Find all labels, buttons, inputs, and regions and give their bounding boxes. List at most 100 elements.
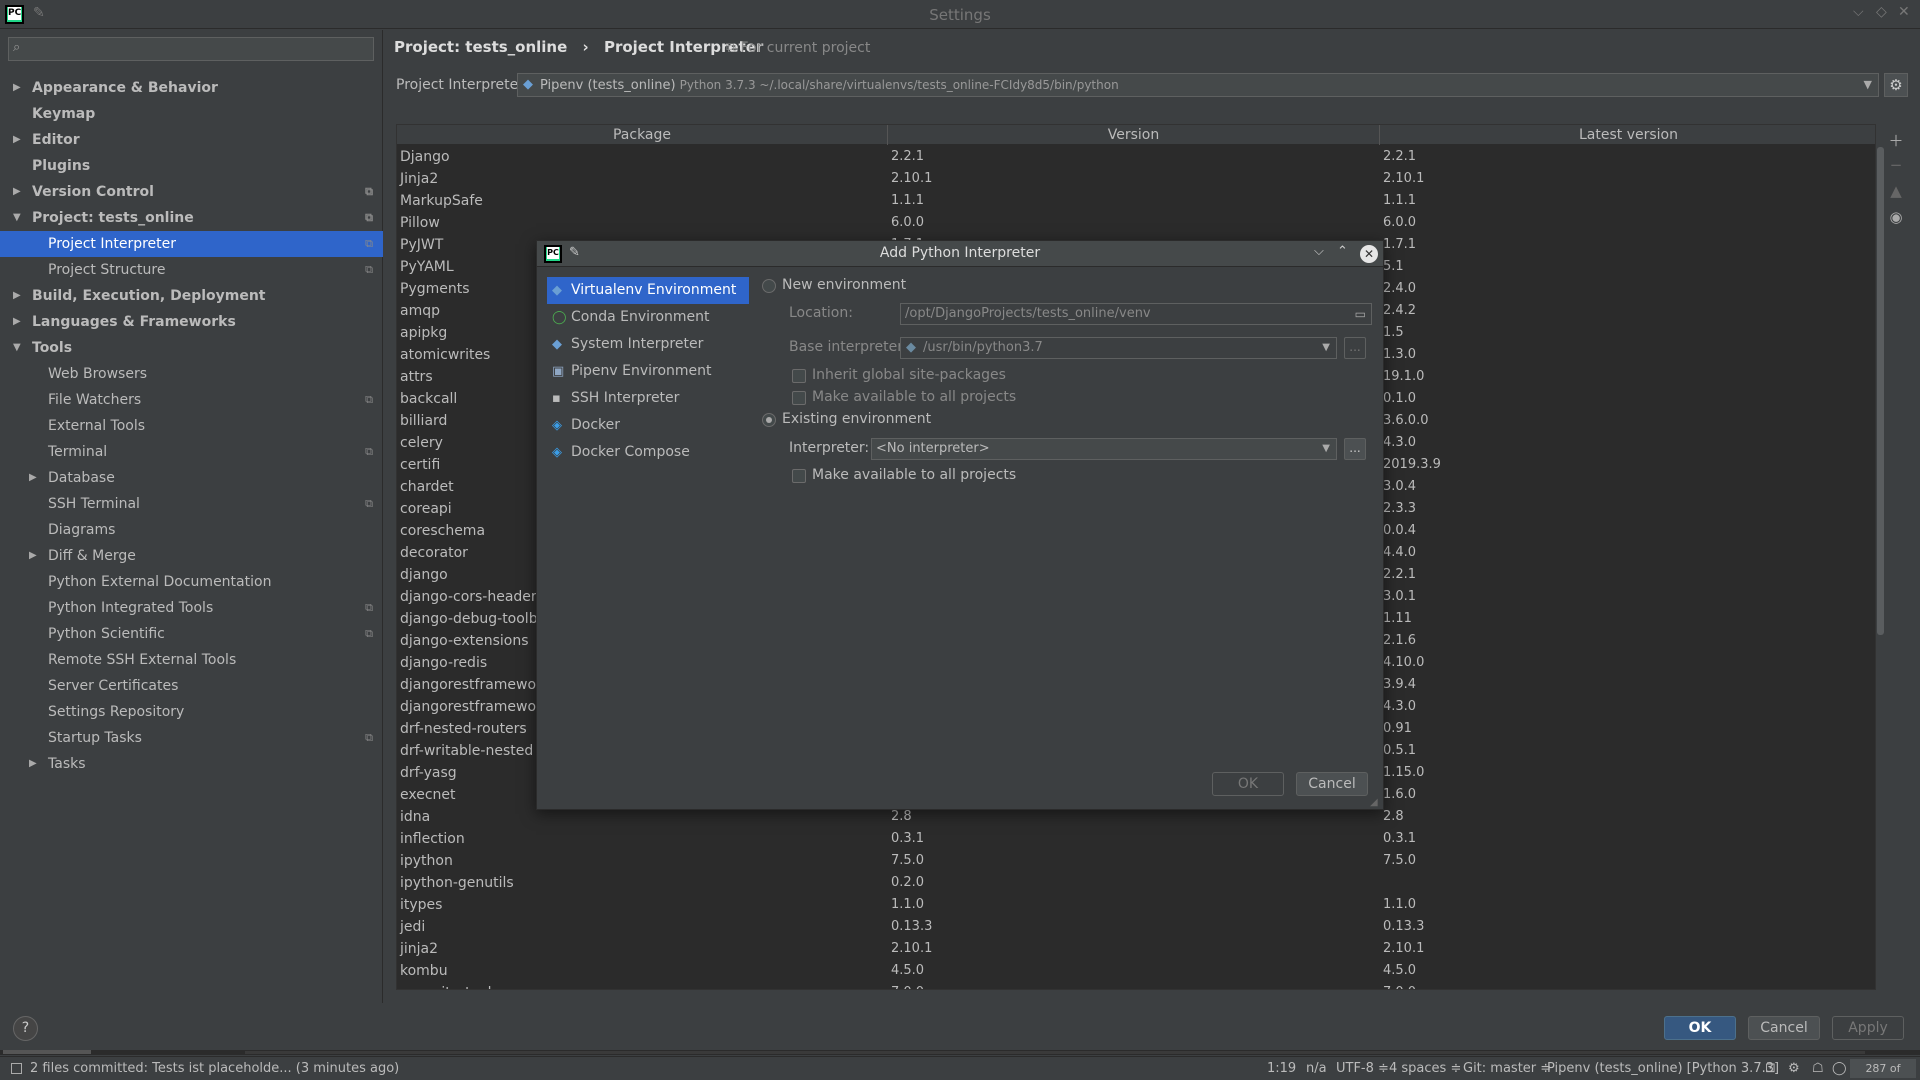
table-row[interactable]: inflection 0.3.1 0.3.1: [397, 828, 1875, 850]
sidebar-item-web-browsers[interactable]: Web Browsers: [0, 361, 383, 387]
column-header-package[interactable]: Package: [397, 125, 888, 145]
status-interpreter[interactable]: Pipenv (tests_online) [Python 3.7.3]: [1547, 1057, 1779, 1080]
make-available-new-checkbox[interactable]: [792, 391, 806, 405]
sidebar-item-diff-merge[interactable]: ▶ Diff & Merge: [0, 543, 383, 569]
sidebar-item-appearance-behavior[interactable]: ▶ Appearance & Behavior: [0, 75, 383, 101]
table-row[interactable]: more-itertools 7.0.0 7.0.0: [397, 982, 1875, 989]
caret-position[interactable]: 1:19: [1267, 1057, 1296, 1080]
make-available-existing-label[interactable]: Make available to all projects: [812, 467, 1016, 483]
base-interpreter-select[interactable]: ◆ /usr/bin/python3.7 ▼: [900, 337, 1337, 359]
sidebar-item-plugins[interactable]: Plugins: [0, 153, 383, 179]
table-row[interactable]: Django 2.2.1 2.2.1: [397, 146, 1875, 168]
chevron-right-icon[interactable]: ▶: [29, 465, 37, 491]
chevron-right-icon[interactable]: ▶: [29, 751, 37, 777]
status-message[interactable]: 2 files committed: Tests ist placeholde.…: [30, 1057, 399, 1080]
line-separator[interactable]: n/a: [1306, 1057, 1327, 1080]
env-type-ssh-interpreter[interactable]: ▪ SSH Interpreter: [547, 385, 749, 412]
sidebar-item-project-interpreter[interactable]: Project Interpreter ⧉: [0, 231, 383, 257]
chevron-right-icon[interactable]: ▶: [13, 127, 21, 153]
chevron-right-icon[interactable]: ▶: [13, 179, 21, 205]
sidebar-item-server-certificates[interactable]: Server Certificates: [0, 673, 383, 699]
existing-environment-label[interactable]: Existing environment: [782, 411, 931, 427]
toggle-tool-windows-icon[interactable]: [11, 1063, 22, 1074]
sidebar-item-python-scientific[interactable]: Python Scientific ⧉: [0, 621, 383, 647]
table-row[interactable]: Jinja2 2.10.1 2.10.1: [397, 168, 1875, 190]
horizontal-scrollbar[interactable]: [0, 1050, 1920, 1055]
chevron-down-icon[interactable]: ▼: [13, 335, 21, 361]
sidebar-item-version-control[interactable]: ▶ Version Control ⧉: [0, 179, 383, 205]
sidebar-item-python-external-documentation[interactable]: Python External Documentation: [0, 569, 383, 595]
env-type-pipenv-environment[interactable]: ▣ Pipenv Environment: [547, 358, 749, 385]
existing-interpreter-select[interactable]: <No interpreter> ▼: [871, 438, 1337, 460]
table-row[interactable]: Pillow 6.0.0 6.0.0: [397, 212, 1875, 234]
existing-environment-radio[interactable]: [762, 413, 776, 427]
chevron-right-icon[interactable]: ▶: [13, 75, 21, 101]
column-header-version[interactable]: Version: [888, 125, 1380, 145]
inherit-site-packages-checkbox[interactable]: [792, 369, 806, 383]
cancel-button[interactable]: Cancel: [1748, 1016, 1820, 1040]
env-type-system-interpreter[interactable]: ◆ System Interpreter: [547, 331, 749, 358]
sidebar-item-keymap[interactable]: Keymap: [0, 101, 383, 127]
memory-indicator[interactable]: 287 of 725M: [1850, 1059, 1916, 1078]
show-early-releases-icon[interactable]: ◉: [1884, 208, 1908, 234]
notifications-icon[interactable]: ◯: [1832, 1057, 1847, 1080]
table-row[interactable]: itypes 1.1.0 1.1.0: [397, 894, 1875, 916]
add-package-icon[interactable]: ＋: [1884, 130, 1908, 156]
sidebar-item-project-tests-online[interactable]: ▼ Project: tests_online ⧉: [0, 205, 383, 231]
sidebar-item-file-watchers[interactable]: File Watchers ⧉: [0, 387, 383, 413]
chevron-right-icon[interactable]: ▶: [13, 309, 21, 335]
maximize-icon[interactable]: ◇: [1876, 4, 1887, 20]
packages-scrollbar[interactable]: [1877, 147, 1884, 635]
browse-interpreter-button[interactable]: ...: [1344, 438, 1366, 460]
table-row[interactable]: MarkupSafe 1.1.1 1.1.1: [397, 190, 1875, 212]
minimize-icon[interactable]: ⌵: [1853, 4, 1864, 20]
sidebar-item-project-structure[interactable]: Project Structure ⧉: [0, 257, 383, 283]
sidebar-item-startup-tasks[interactable]: Startup Tasks ⧉: [0, 725, 383, 751]
folder-icon[interactable]: ▭: [1355, 304, 1366, 324]
resize-grip-icon[interactable]: ◢: [1370, 797, 1378, 808]
horizontal-scrollbar-thumb[interactable]: [3, 1050, 91, 1054]
interpreter-select[interactable]: ◆ Pipenv (tests_online) Python 3.7.3 ~/.…: [517, 73, 1879, 97]
sidebar-item-terminal[interactable]: Terminal ⧉: [0, 439, 383, 465]
apply-button[interactable]: Apply: [1832, 1016, 1904, 1040]
table-row[interactable]: kombu 4.5.0 4.5.0: [397, 960, 1875, 982]
dialog-close-icon[interactable]: ✕: [1360, 245, 1378, 263]
table-row[interactable]: jinja2 2.10.1 2.10.1: [397, 938, 1875, 960]
event-log-icon[interactable]: ☖: [1812, 1057, 1824, 1080]
sidebar-item-python-integrated-tools[interactable]: Python Integrated Tools ⧉: [0, 595, 383, 621]
dialog-ok-button[interactable]: OK: [1212, 772, 1284, 796]
column-header-latest-version[interactable]: Latest version: [1380, 125, 1875, 145]
table-row[interactable]: ipython-genutils 0.2.0: [397, 872, 1875, 894]
env-type-conda-environment[interactable]: ◯ Conda Environment: [547, 304, 749, 331]
interpreter-settings-button[interactable]: ⚙: [1884, 73, 1908, 97]
chevron-down-icon[interactable]: ▼: [13, 205, 21, 231]
remove-package-icon[interactable]: −: [1884, 156, 1908, 182]
dialog-cancel-button[interactable]: Cancel: [1296, 772, 1368, 796]
inspection-icon[interactable]: ⚙: [1788, 1057, 1800, 1080]
sidebar-item-database[interactable]: ▶ Database: [0, 465, 383, 491]
maximize-icon[interactable]: ⌃: [1337, 244, 1348, 259]
sidebar-item-editor[interactable]: ▶ Editor: [0, 127, 383, 153]
new-environment-label[interactable]: New environment: [782, 277, 906, 293]
sidebar-item-settings-repository[interactable]: Settings Repository: [0, 699, 383, 725]
settings-search-input[interactable]: ⌕: [8, 37, 374, 61]
sidebar-item-external-tools[interactable]: External Tools: [0, 413, 383, 439]
sidebar-item-ssh-terminal[interactable]: SSH Terminal ⧉: [0, 491, 383, 517]
file-encoding[interactable]: UTF-8 ≑: [1336, 1057, 1389, 1080]
table-row[interactable]: jedi 0.13.3 0.13.3: [397, 916, 1875, 938]
env-type-docker-compose[interactable]: ◈ Docker Compose: [547, 439, 749, 466]
indent-setting[interactable]: 4 spaces ≑: [1389, 1057, 1461, 1080]
lock-icon[interactable]: ⊡: [1765, 1057, 1776, 1080]
env-type-docker[interactable]: ◈ Docker: [547, 412, 749, 439]
help-button[interactable]: ?: [13, 1016, 38, 1041]
close-icon[interactable]: ✕: [1898, 4, 1910, 20]
sidebar-item-tasks[interactable]: ▶ Tasks: [0, 751, 383, 777]
sidebar-item-remote-ssh-external-tools[interactable]: Remote SSH External Tools: [0, 647, 383, 673]
location-field[interactable]: /opt/DjangoProjects/tests_online/venv ▭: [900, 303, 1372, 325]
sidebar-item-build-execution-deployment[interactable]: ▶ Build, Execution, Deployment: [0, 283, 383, 309]
env-type-virtualenv-environment[interactable]: ◆ Virtualenv Environment: [547, 277, 749, 304]
browse-base-interpreter-button[interactable]: ...: [1344, 337, 1366, 359]
chevron-right-icon[interactable]: ▶: [13, 283, 21, 309]
sidebar-item-tools[interactable]: ▼ Tools: [0, 335, 383, 361]
make-available-existing-checkbox[interactable]: [792, 469, 806, 483]
